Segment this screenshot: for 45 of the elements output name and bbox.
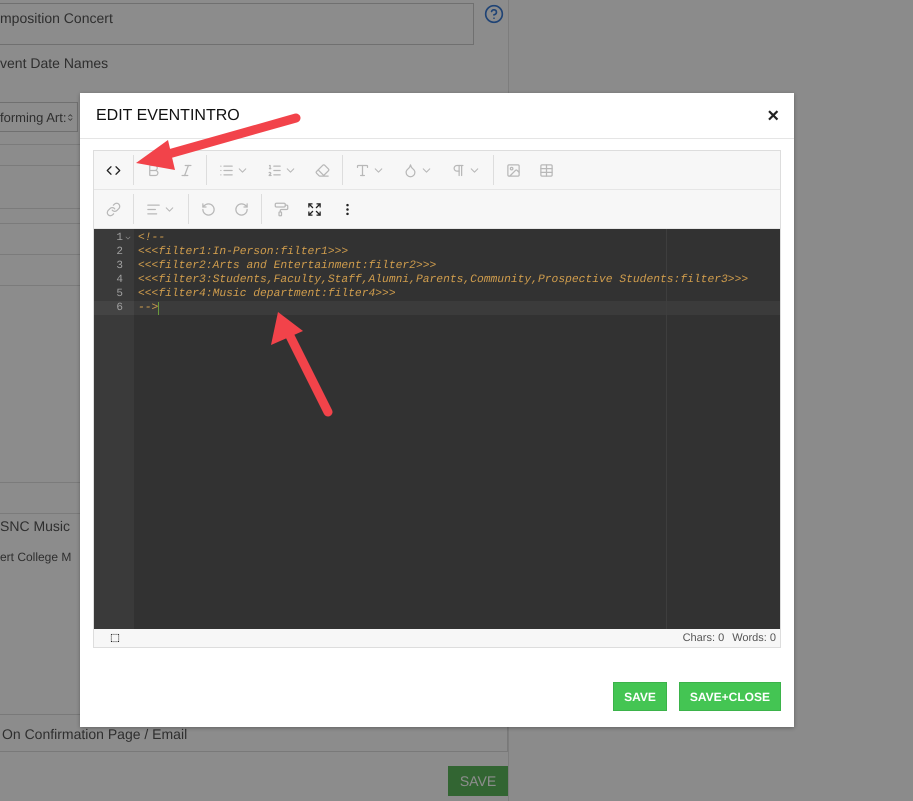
paint-roller-icon [274,202,289,216]
line-number: 1 [116,232,123,244]
line-number: 3 [116,260,123,272]
select-all-icon[interactable] [110,633,120,643]
field-label: vent Date Names [0,55,110,71]
code-line: <!-- [138,232,166,244]
link-icon [106,202,121,216]
code-line: <<<filter2:Arts and Entertainment:filter2>>> [138,260,436,272]
bullet-list-icon [219,162,234,178]
modal-title: EDIT EVENTINTRO [96,106,240,124]
italic-icon [179,162,194,178]
code-line: --> [138,302,158,314]
font-size-icon [355,162,370,178]
save-button[interactable]: SAVE [448,766,508,796]
droplet-icon [403,162,418,178]
undo-icon [201,202,216,216]
table-icon [539,162,554,178]
code-line: <<<filter3:Students,Faculty,Staff,Alumni,Parents,Community,Prospective Students:filter3>>> [138,274,748,286]
code-line: <<<filter4:Music department:filter4>>> [138,288,396,300]
redo-icon [234,202,249,216]
paragraph-icon [451,162,466,178]
line-number: 5 [116,288,123,300]
line-number: 6 [116,302,123,314]
line-number: 4 [116,274,123,286]
eraser-icon [315,162,330,178]
save-button[interactable]: SAVE [613,682,667,711]
image-icon [506,162,521,178]
save-button[interactable]: SAVE+CLOSE [678,682,781,711]
bold-icon [146,162,161,178]
code-line: <<<filter1:In-Person:filter1>>> [138,246,348,258]
numbered-list-icon [267,162,282,178]
fullscreen-icon [307,202,322,216]
organizer-text: SNC Music [0,518,72,534]
text-cursor [158,302,160,314]
char-count: Chars: 0 [682,632,724,644]
title-field[interactable]: mposition Concert [0,3,474,45]
close-button[interactable]: × [765,106,781,126]
word-count: Words: 0 [732,632,776,644]
category-select[interactable]: forming Art: [0,102,78,132]
fold-icon[interactable] [124,234,132,242]
organizer-name-text: ert College M [0,550,72,564]
align-left-icon [146,202,161,216]
line-number: 2 [116,246,123,258]
help-icon[interactable] [484,4,504,24]
sort-arrows-icon [66,112,75,122]
